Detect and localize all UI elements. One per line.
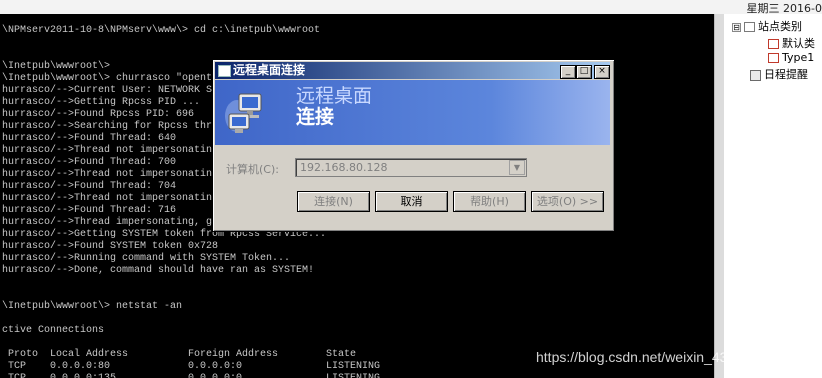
tree-item-label: 默认类 [782, 37, 815, 50]
help-button[interactable]: 帮助(H) [453, 191, 526, 212]
remote-desktop-logo-icon [225, 93, 262, 133]
console-line: \Inetpub\wwwroot\> [2, 61, 111, 72]
tree-item-default[interactable]: 默认类 [768, 35, 815, 51]
tree-item-site-category[interactable]: ⊟ 站点类别 [732, 18, 802, 34]
calendar-icon [750, 69, 761, 81]
tree-item-schedule-reminder[interactable]: 日程提醒 [750, 66, 808, 82]
tree-item-label: Type1 [782, 51, 815, 64]
dialog-titlebar[interactable]: 远程桌面连接 _ □ × [215, 62, 610, 79]
console-line: TCP 0.0.0.0:135 0.0.0.0:0 LISTENING [2, 373, 380, 378]
console-line: hurrasco/-->Thread not impersonating [2, 169, 219, 180]
minimize-button[interactable]: _ [560, 65, 576, 79]
console-line: hurrasco/-->Getting Rpcss PID ... [2, 97, 201, 108]
cancel-button[interactable]: 取消 [375, 191, 448, 212]
remote-desktop-icon [218, 65, 231, 77]
folder-icon [744, 22, 755, 32]
console-line: hurrasco/-->Thread not impersonating [2, 145, 219, 156]
options-button[interactable]: 选项(O) >> [531, 191, 604, 212]
console-line: hurrasco/-->Found Thread: 700 [2, 157, 177, 168]
maximize-button[interactable]: □ [576, 65, 592, 79]
console-line: hurrasco/-->Found Thread: 716 [2, 205, 177, 216]
dialog-title: 远程桌面连接 [233, 63, 306, 77]
tree-item-label: 日程提醒 [764, 68, 808, 81]
banner-title-line1: 远程桌面 [296, 85, 373, 107]
console-line: TCP 0.0.0.0:80 0.0.0.0:0 LISTENING [2, 361, 381, 372]
close-button[interactable]: × [594, 65, 610, 79]
connect-button[interactable]: 连接(N) [297, 191, 370, 212]
console-line: \Inetpub\wwwroot\> churrasco "openti [2, 73, 219, 84]
console-line: Proto Local Address Foreign Address Stat… [2, 349, 357, 360]
console-line: hurrasco/-->Found Thread: 704 [2, 181, 177, 192]
category-tree-panel: ⊟ 站点类别 默认类 Type1 日程提醒 [724, 14, 822, 378]
console-line: \NPMserv2011-10-8\NPMserv\www\> cd c:\in… [2, 25, 321, 36]
banner-title-line2: 连接 [296, 106, 335, 128]
console-line: ctive Connections [2, 325, 105, 336]
top-bar: 星期三 2016-0 [0, 0, 822, 15]
console-line: \Inetpub\wwwroot\> netstat -an [2, 301, 183, 312]
console-line: hurrasco/-->Done, command should have ra… [2, 265, 315, 276]
watermark: https://blog.csdn.net/weixin_43803070 [536, 349, 775, 365]
console-line: hurrasco/-->Found Rpcss PID: 696 [2, 109, 195, 120]
banner-title: 远程桌面 连接 [296, 86, 372, 128]
tree-item-label: 站点类别 [758, 20, 802, 33]
remote-desktop-dialog: 远程桌面连接 _ □ × 远程桌面 连接 计算机(C): 192.168.80.… [212, 59, 615, 232]
tree-item-type1[interactable]: Type1 [768, 51, 814, 64]
console-line: hurrasco/-->Thread impersonating, go [2, 217, 219, 228]
console-line: hurrasco/-->Found SYSTEM token 0x728 [2, 241, 219, 252]
console-line: hurrasco/-->Found Thread: 640 [2, 133, 177, 144]
computer-combobox[interactable]: 192.168.80.128 ▼ [295, 158, 527, 177]
computer-label: 计算机(C): [226, 163, 279, 176]
computer-input-value: 192.168.80.128 [300, 161, 388, 174]
category-icon [768, 39, 779, 49]
category-icon [768, 53, 779, 63]
console-line: hurrasco/-->Thread not impersonating [2, 193, 219, 204]
dropdown-arrow-icon[interactable]: ▼ [509, 160, 525, 175]
console-line: hurrasco/-->Searching for Rpcss thre [2, 121, 219, 132]
collapse-icon[interactable]: ⊟ [732, 22, 741, 32]
console-line: hurrasco/-->Running command with SYSTEM … [2, 253, 291, 264]
dialog-banner: 远程桌面 连接 [215, 80, 610, 145]
console-line: hurrasco/-->Current User: NETWORK SE [2, 85, 219, 96]
console-scrollbar[interactable] [714, 14, 724, 378]
